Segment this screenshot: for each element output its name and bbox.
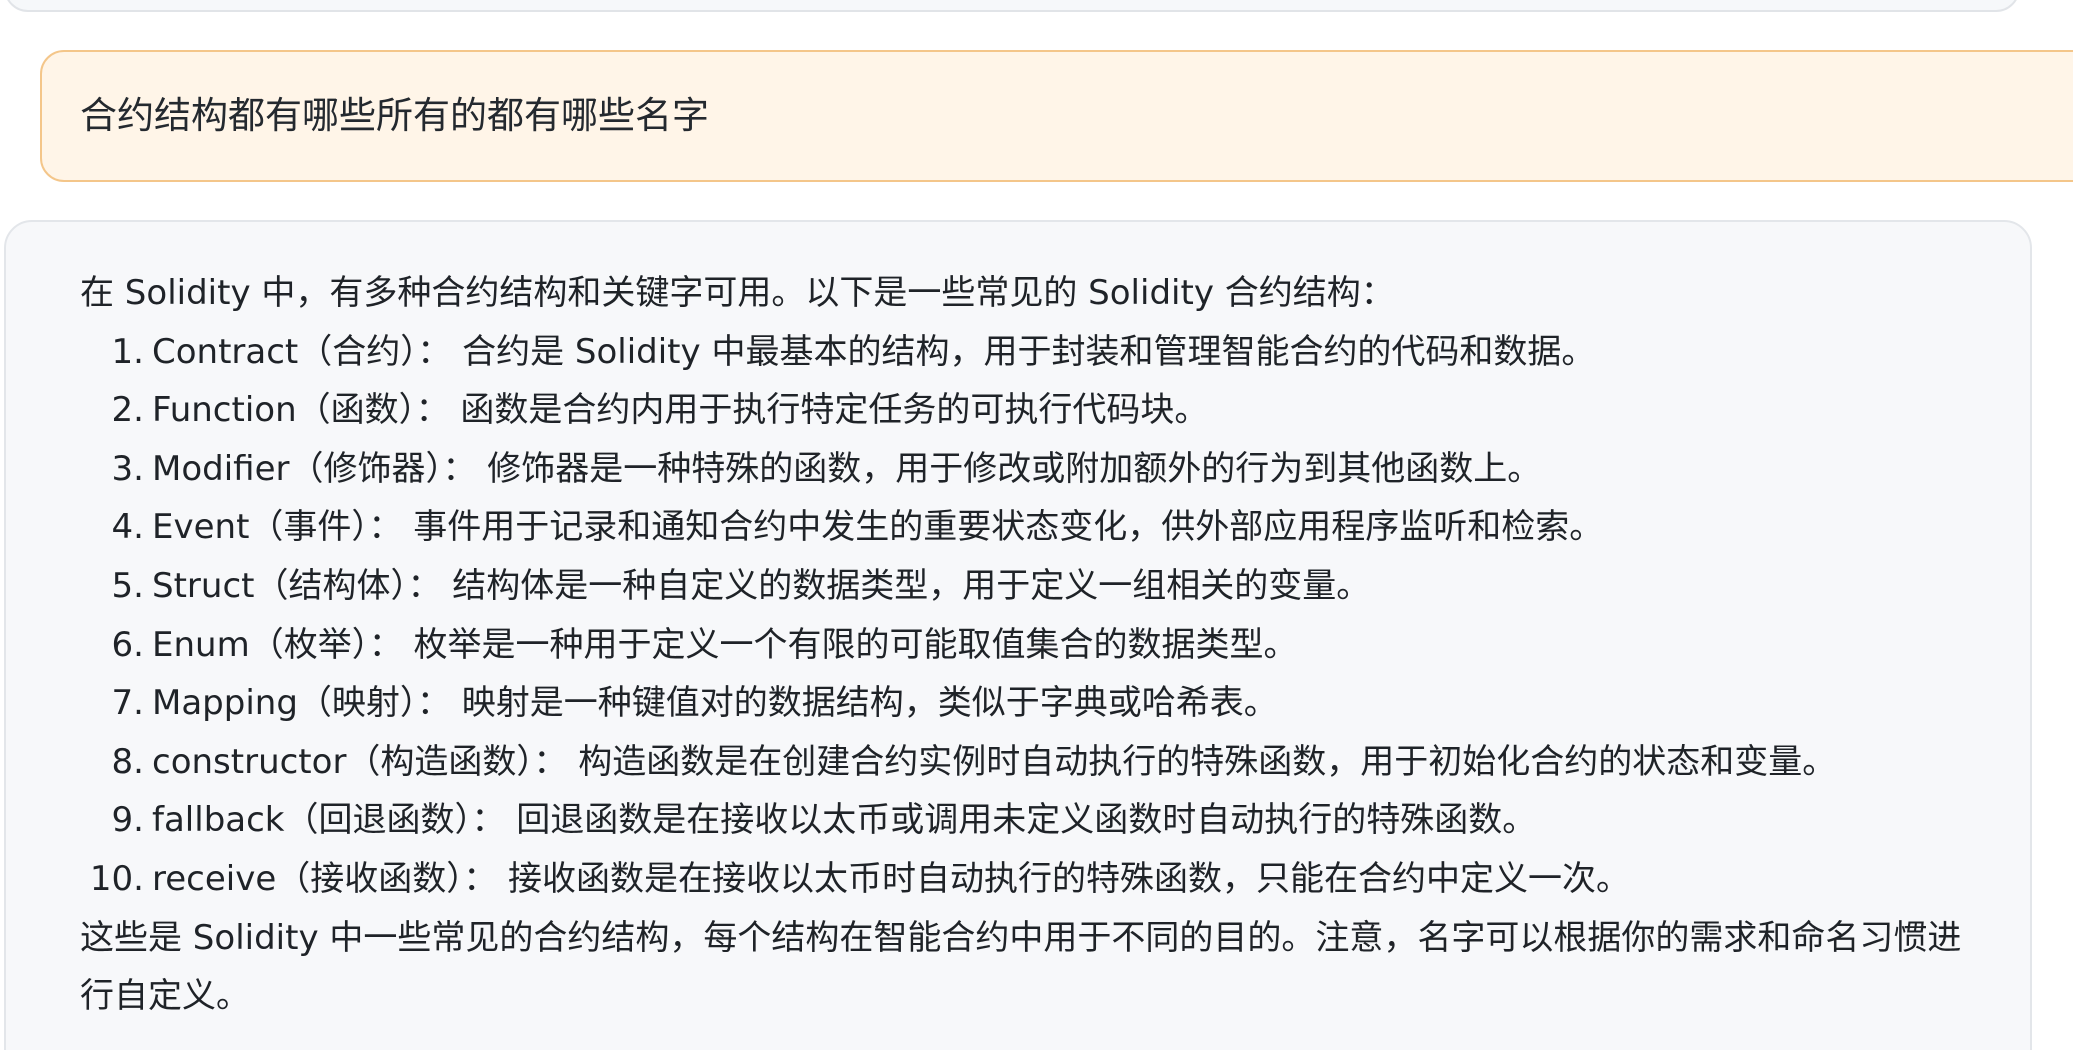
list-item-number: 8. [111,741,144,782]
list-item-text: Mapping（映射）： 映射是一种键值对的数据结构，类似于字典或哈希表。 [152,683,1278,724]
contract-structure-list: 1. Contract（合约）： 合约是 Solidity 中最基本的结构，用于… [80,323,2030,909]
chat-viewport: 合约结构都有哪些所有的都有哪些名字 在 Solidity 中，有多种合约结构和关… [0,0,2073,1050]
previous-message-card [4,0,2020,12]
list-item-number: 5. [111,565,144,606]
list-item-text: Function（函数）： 函数是合约内用于执行特定任务的可执行代码块。 [152,390,1209,431]
list-item: 7. Mapping（映射）： 映射是一种键值对的数据结构，类似于字典或哈希表。 [80,674,2030,733]
list-item-text: Modifier（修饰器）： 修饰器是一种特殊的函数，用于修改或附加额外的行为到… [152,448,1542,489]
list-item-text: Struct（结构体）： 结构体是一种自定义的数据类型，用于定义一组相关的变量。 [152,565,1371,606]
answer-closing: 这些是 Solidity 中一些常见的合约结构，每个结构在智能合约中用于不同的目… [80,917,1962,1017]
list-item-number: 4. [111,507,144,548]
list-item: 10. receive（接收函数）： 接收函数是在接收以太币时自动执行的特殊函数… [80,850,2030,909]
answer-intro: 在 Solidity 中，有多种合约结构和关键字可用。以下是一些常见的 Soli… [80,273,1395,313]
list-item-text: constructor（构造函数）： 构造函数是在创建合约实例时自动执行的特殊函… [152,741,1837,782]
list-item-number: 2. [111,390,144,431]
list-item-number: 1. [111,331,144,372]
list-item-text: Enum（枚举）： 枚举是一种用于定义一个有限的可能取值集合的数据类型。 [152,624,1298,665]
list-item-text: Event（事件）： 事件用于记录和通知合约中发生的重要状态变化，供外部应用程序… [152,507,1604,548]
list-item-number: 10. [89,858,144,899]
list-item-number: 6. [111,624,144,665]
list-item: 8. constructor（构造函数）： 构造函数是在创建合约实例时自动执行的… [80,733,2030,792]
list-item-number: 7. [111,683,144,724]
list-item-number: 9. [111,800,144,841]
list-item: 4. Event（事件）： 事件用于记录和通知合约中发生的重要状态变化，供外部应… [80,498,2030,557]
assistant-message-card: 在 Solidity 中，有多种合约结构和关键字可用。以下是一些常见的 Soli… [4,220,2032,1050]
list-item-text: receive（接收函数）： 接收函数是在接收以太币时自动执行的特殊函数，只能在… [152,858,1631,899]
list-item: 1. Contract（合约）： 合约是 Solidity 中最基本的结构，用于… [80,323,2030,382]
list-item-text: fallback（回退函数）： 回退函数是在接收以太币或调用未定义函数时自动执行… [152,800,1537,841]
list-item: 3. Modifier（修饰器）： 修饰器是一种特殊的函数，用于修改或附加额外的… [80,440,2030,499]
list-item-number: 3. [111,448,144,489]
list-item: 2. Function（函数）： 函数是合约内用于执行特定任务的可执行代码块。 [80,381,2030,440]
list-item-text: Contract（合约）： 合约是 Solidity 中最基本的结构，用于封装和… [152,331,1596,372]
list-item: 9. fallback（回退函数）： 回退函数是在接收以太币或调用未定义函数时自… [80,791,2030,850]
user-message-bubble: 合约结构都有哪些所有的都有哪些名字 [40,50,2073,182]
list-item: 5. Struct（结构体）： 结构体是一种自定义的数据类型，用于定义一组相关的… [80,557,2030,616]
user-message-text: 合约结构都有哪些所有的都有哪些名字 [80,94,709,137]
list-item: 6. Enum（枚举）： 枚举是一种用于定义一个有限的可能取值集合的数据类型。 [80,616,2030,675]
